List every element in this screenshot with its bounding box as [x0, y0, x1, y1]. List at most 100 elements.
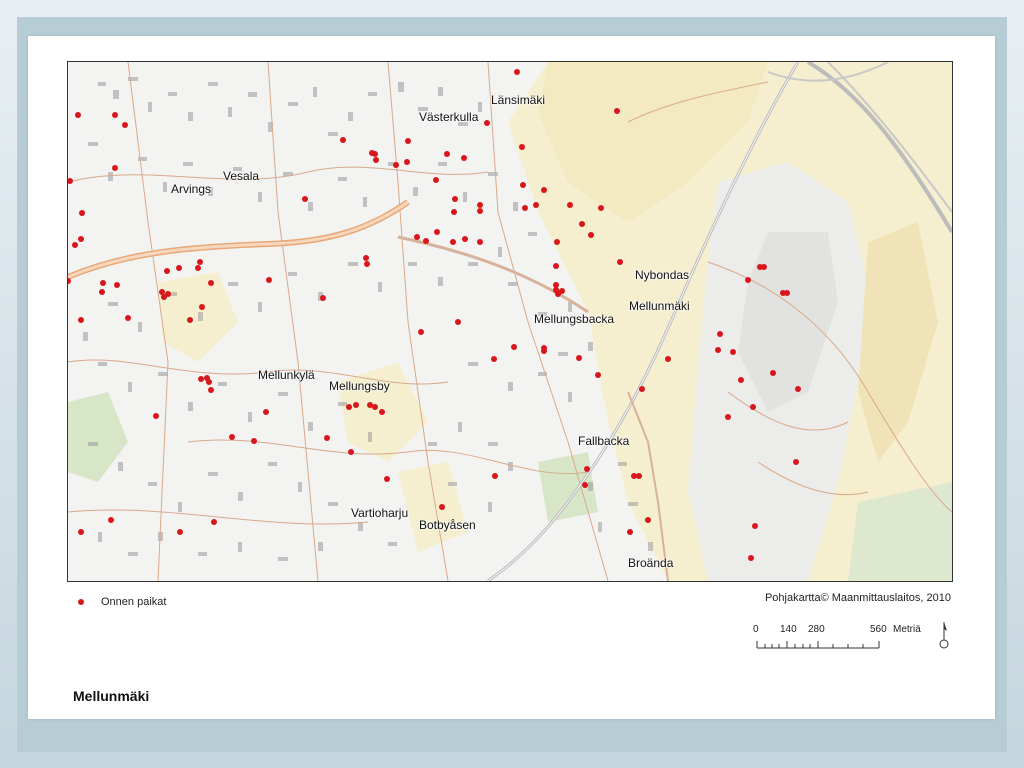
onnen-paikka-point[interactable]: [477, 239, 483, 245]
onnen-paikka-point[interactable]: [405, 138, 411, 144]
onnen-paikka-point[interactable]: [444, 151, 450, 157]
onnen-paikka-point[interactable]: [373, 157, 379, 163]
onnen-paikka-point[interactable]: [353, 402, 359, 408]
onnen-paikka-point[interactable]: [579, 221, 585, 227]
onnen-paikka-point[interactable]: [717, 331, 723, 337]
onnen-paikka-point[interactable]: [614, 108, 620, 114]
onnen-paikka-point[interactable]: [418, 329, 424, 335]
onnen-paikka-point[interactable]: [404, 159, 410, 165]
onnen-paikka-point[interactable]: [122, 122, 128, 128]
onnen-paikka-point[interactable]: [195, 265, 201, 271]
onnen-paikka-point[interactable]: [451, 209, 457, 215]
onnen-paikka-point[interactable]: [211, 519, 217, 525]
onnen-paikka-point[interactable]: [346, 404, 352, 410]
onnen-paikka-point[interactable]: [795, 386, 801, 392]
onnen-paikka-point[interactable]: [208, 280, 214, 286]
onnen-paikka-point[interactable]: [725, 414, 731, 420]
onnen-paikka-point[interactable]: [511, 344, 517, 350]
onnen-paikka-point[interactable]: [584, 466, 590, 472]
onnen-paikka-point[interactable]: [770, 370, 776, 376]
onnen-paikka-point[interactable]: [384, 476, 390, 482]
onnen-paikka-point[interactable]: [665, 356, 671, 362]
onnen-paikka-point[interactable]: [582, 482, 588, 488]
onnen-paikka-point[interactable]: [177, 529, 183, 535]
onnen-paikka-point[interactable]: [372, 404, 378, 410]
onnen-paikka-point[interactable]: [477, 208, 483, 214]
onnen-paikka-point[interactable]: [68, 178, 73, 184]
onnen-paikka-point[interactable]: [78, 236, 84, 242]
onnen-paikka-point[interactable]: [340, 137, 346, 143]
onnen-paikka-point[interactable]: [229, 434, 235, 440]
onnen-paikka-point[interactable]: [164, 268, 170, 274]
onnen-paikka-point[interactable]: [730, 349, 736, 355]
onnen-paikka-point[interactable]: [99, 289, 105, 295]
onnen-paikka-point[interactable]: [79, 210, 85, 216]
onnen-paikka-point[interactable]: [541, 187, 547, 193]
onnen-paikka-point[interactable]: [251, 438, 257, 444]
onnen-paikka-point[interactable]: [520, 182, 526, 188]
onnen-paikka-point[interactable]: [324, 435, 330, 441]
onnen-paikka-point[interactable]: [414, 234, 420, 240]
onnen-paikka-point[interactable]: [197, 259, 203, 265]
onnen-paikka-point[interactable]: [715, 347, 721, 353]
onnen-paikka-point[interactable]: [112, 165, 118, 171]
onnen-paikka-point[interactable]: [484, 120, 490, 126]
onnen-paikka-point[interactable]: [176, 265, 182, 271]
onnen-paikka-point[interactable]: [75, 112, 81, 118]
onnen-paikka-point[interactable]: [793, 459, 799, 465]
onnen-paikka-point[interactable]: [522, 205, 528, 211]
onnen-paikka-point[interactable]: [364, 261, 370, 267]
onnen-paikka-point[interactable]: [617, 259, 623, 265]
onnen-paikka-point[interactable]: [461, 155, 467, 161]
onnen-paikka-point[interactable]: [598, 205, 604, 211]
onnen-paikka-point[interactable]: [199, 304, 205, 310]
onnen-paikka-point[interactable]: [263, 409, 269, 415]
onnen-paikka-point[interactable]: [784, 290, 790, 296]
onnen-paikka-point[interactable]: [452, 196, 458, 202]
onnen-paikka-point[interactable]: [302, 196, 308, 202]
onnen-paikka-point[interactable]: [423, 238, 429, 244]
onnen-paikka-point[interactable]: [752, 523, 758, 529]
onnen-paikka-point[interactable]: [78, 317, 84, 323]
onnen-paikka-point[interactable]: [576, 355, 582, 361]
onnen-paikka-point[interactable]: [750, 404, 756, 410]
onnen-paikka-point[interactable]: [153, 413, 159, 419]
onnen-paikka-point[interactable]: [514, 69, 520, 75]
onnen-paikka-point[interactable]: [639, 386, 645, 392]
onnen-paikka-point[interactable]: [369, 150, 375, 156]
onnen-paikka-point[interactable]: [363, 255, 369, 261]
onnen-paikka-point[interactable]: [491, 356, 497, 362]
onnen-paikka-point[interactable]: [761, 264, 767, 270]
onnen-paikka-point[interactable]: [198, 376, 204, 382]
onnen-paikka-point[interactable]: [379, 409, 385, 415]
onnen-paikka-point[interactable]: [393, 162, 399, 168]
onnen-paikka-point[interactable]: [125, 315, 131, 321]
onnen-paikka-point[interactable]: [108, 517, 114, 523]
onnen-paikka-point[interactable]: [455, 319, 461, 325]
onnen-paikka-point[interactable]: [533, 202, 539, 208]
onnen-paikka-point[interactable]: [627, 529, 633, 535]
onnen-paikka-point[interactable]: [636, 473, 642, 479]
onnen-paikka-point[interactable]: [553, 263, 559, 269]
onnen-paikka-point[interactable]: [433, 177, 439, 183]
onnen-paikka-point[interactable]: [462, 236, 468, 242]
map-view[interactable]: Länsimäki Västerkulla Vesala Arvings Nyb…: [67, 61, 953, 582]
onnen-paikka-point[interactable]: [567, 202, 573, 208]
onnen-paikka-point[interactable]: [320, 295, 326, 301]
onnen-paikka-point[interactable]: [492, 473, 498, 479]
onnen-paikka-point[interactable]: [187, 317, 193, 323]
onnen-paikka-point[interactable]: [477, 202, 483, 208]
onnen-paikka-point[interactable]: [72, 242, 78, 248]
onnen-paikka-point[interactable]: [112, 112, 118, 118]
onnen-paikka-point[interactable]: [541, 348, 547, 354]
onnen-paikka-point[interactable]: [555, 291, 561, 297]
onnen-paikka-point[interactable]: [78, 529, 84, 535]
onnen-paikka-point[interactable]: [595, 372, 601, 378]
onnen-paikka-point[interactable]: [100, 280, 106, 286]
onnen-paikka-point[interactable]: [204, 375, 210, 381]
onnen-paikka-point[interactable]: [450, 239, 456, 245]
onnen-paikka-point[interactable]: [588, 232, 594, 238]
onnen-paikka-point[interactable]: [114, 282, 120, 288]
onnen-paikka-point[interactable]: [554, 239, 560, 245]
onnen-paikka-point[interactable]: [161, 294, 167, 300]
